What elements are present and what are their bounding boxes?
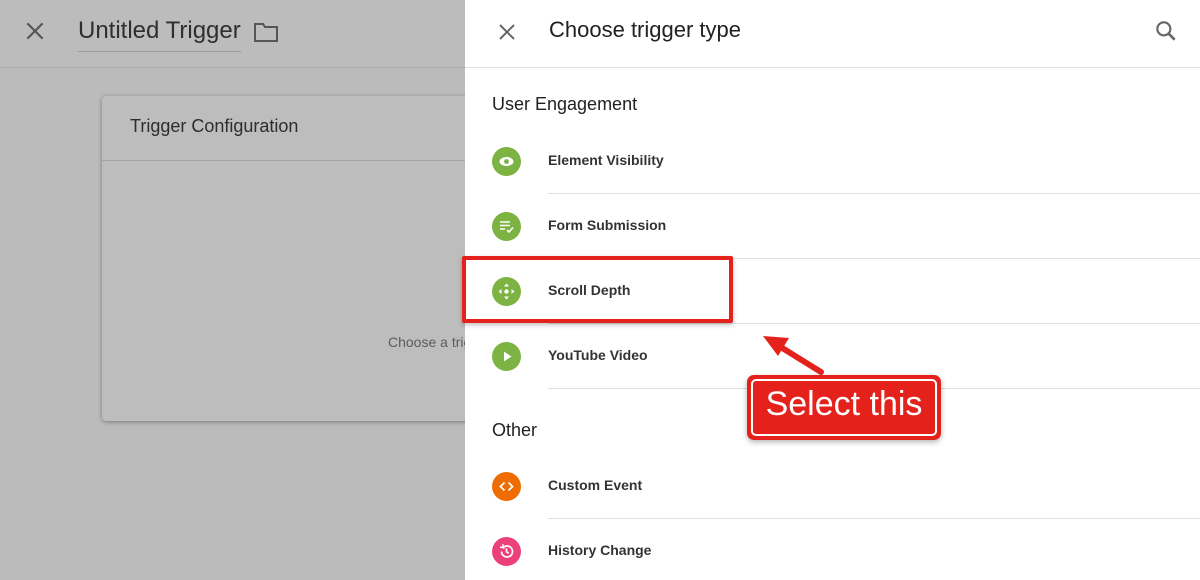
trigger-item-history-change[interactable]: History Change [465, 519, 1200, 580]
trigger-item-label: Custom Event [548, 477, 643, 493]
trigger-configuration-card[interactable]: Trigger Configuration Choose a trigger t… [102, 96, 625, 421]
history-icon [492, 537, 521, 566]
callout: Select this [747, 375, 941, 440]
card-title: Trigger Configuration [130, 116, 299, 136]
code-icon [492, 472, 521, 501]
close-icon[interactable] [495, 20, 519, 44]
form-check-icon [492, 212, 521, 241]
close-icon[interactable] [22, 18, 48, 44]
trigger-item-label: Element Visibility [548, 152, 664, 168]
callout-text: Select this [765, 385, 923, 423]
section-title-other: Other [492, 420, 538, 440]
trigger-item-form-submission[interactable]: Form Submission [465, 194, 1200, 259]
eye-icon [492, 147, 521, 176]
search-icon[interactable] [1153, 18, 1179, 44]
section-title-user-engagement: User Engagement [492, 94, 638, 114]
highlight-box [462, 256, 733, 323]
divider [102, 160, 522, 161]
trigger-name[interactable]: Untitled Trigger [78, 16, 241, 52]
trigger-item-label: YouTube Video [548, 347, 648, 363]
play-icon [492, 342, 521, 371]
trigger-item-custom-event[interactable]: Custom Event [465, 454, 1200, 519]
folder-icon[interactable] [252, 20, 280, 44]
trigger-item-element-visibility[interactable]: Element Visibility [465, 129, 1200, 194]
trigger-item-label: History Change [548, 542, 652, 558]
panel-header: Choose trigger type [465, 0, 1200, 68]
panel-title: Choose trigger type [549, 17, 741, 42]
trigger-item-label: Form Submission [548, 217, 667, 233]
